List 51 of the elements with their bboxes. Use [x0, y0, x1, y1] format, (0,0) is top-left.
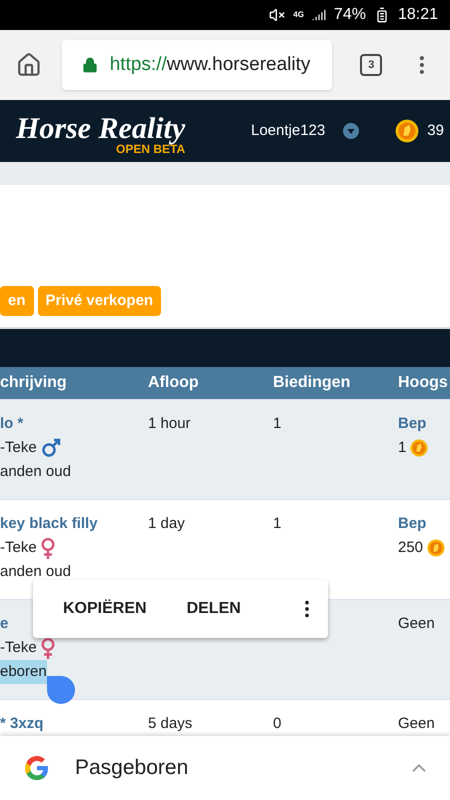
tab-count-button[interactable]: 3 [360, 54, 382, 76]
bid-count: 1 [273, 415, 282, 432]
bidder-text: Geen [398, 614, 435, 634]
expiry-text: 1 day [148, 515, 185, 532]
bid-amount: 1 [398, 438, 406, 458]
expiry-text: 5 days [148, 715, 192, 732]
username[interactable]: Loentje123 [251, 120, 326, 142]
coin-icon [395, 119, 420, 143]
bid-count: 0 [273, 715, 282, 732]
clock: 18:21 [398, 5, 438, 25]
bidder-link[interactable]: Bep [398, 512, 426, 536]
female-symbol-icon [40, 638, 55, 658]
search-panel[interactable]: Pasgeboren [0, 736, 450, 800]
menu-item[interactable]: DELEN [186, 597, 241, 621]
coin-icon [427, 539, 446, 557]
breed-text: -Teke [0, 438, 37, 458]
coin-icon [410, 439, 428, 457]
horse-name-link[interactable]: * 3xzq [0, 712, 44, 736]
column-header[interactable]: Biedingen [273, 371, 398, 395]
age-text: anden oud [0, 462, 71, 482]
network-type: 4G [293, 9, 304, 21]
age-text: eboren [0, 660, 47, 684]
home-icon[interactable] [16, 52, 42, 78]
signal-icon [312, 8, 326, 22]
horse-name-link[interactable]: key black filly [0, 512, 98, 536]
bid-amount: 250 [398, 538, 424, 558]
google-logo-icon [23, 754, 51, 782]
expiry-text: 1 hour [148, 415, 191, 432]
bidder-text: Geen [398, 714, 435, 734]
column-header[interactable]: chrijving [0, 371, 148, 395]
battery-percent: 74% [334, 5, 366, 25]
site-logo[interactable]: Horse Reality OPEN BETA [16, 106, 216, 156]
menu-item[interactable]: KOPIËREN [63, 597, 147, 621]
horse-name-link[interactable]: lo * [0, 412, 24, 436]
breed-text: -Teke [0, 638, 37, 658]
male-symbol-icon [40, 438, 61, 458]
mute-icon [269, 7, 286, 23]
url-text: https://www.horsereality [110, 52, 310, 77]
lock-icon [82, 57, 98, 73]
female-symbol-icon [40, 538, 55, 558]
column-header[interactable]: Hoogs [398, 371, 450, 395]
dropdown-icon[interactable] [343, 123, 360, 139]
breed-text: -Teke [0, 538, 37, 558]
bidder-link[interactable]: Bep [398, 412, 426, 436]
horse-name-link[interactable]: e [0, 612, 8, 636]
age-text: anden oud [0, 562, 71, 582]
search-query: Pasgeboren [75, 755, 188, 782]
bid-count: 1 [273, 515, 282, 532]
url-field[interactable]: https://www.horsereality [62, 40, 332, 90]
column-header[interactable]: Afloop [148, 371, 273, 395]
coin-balance: 39 [427, 120, 444, 141]
